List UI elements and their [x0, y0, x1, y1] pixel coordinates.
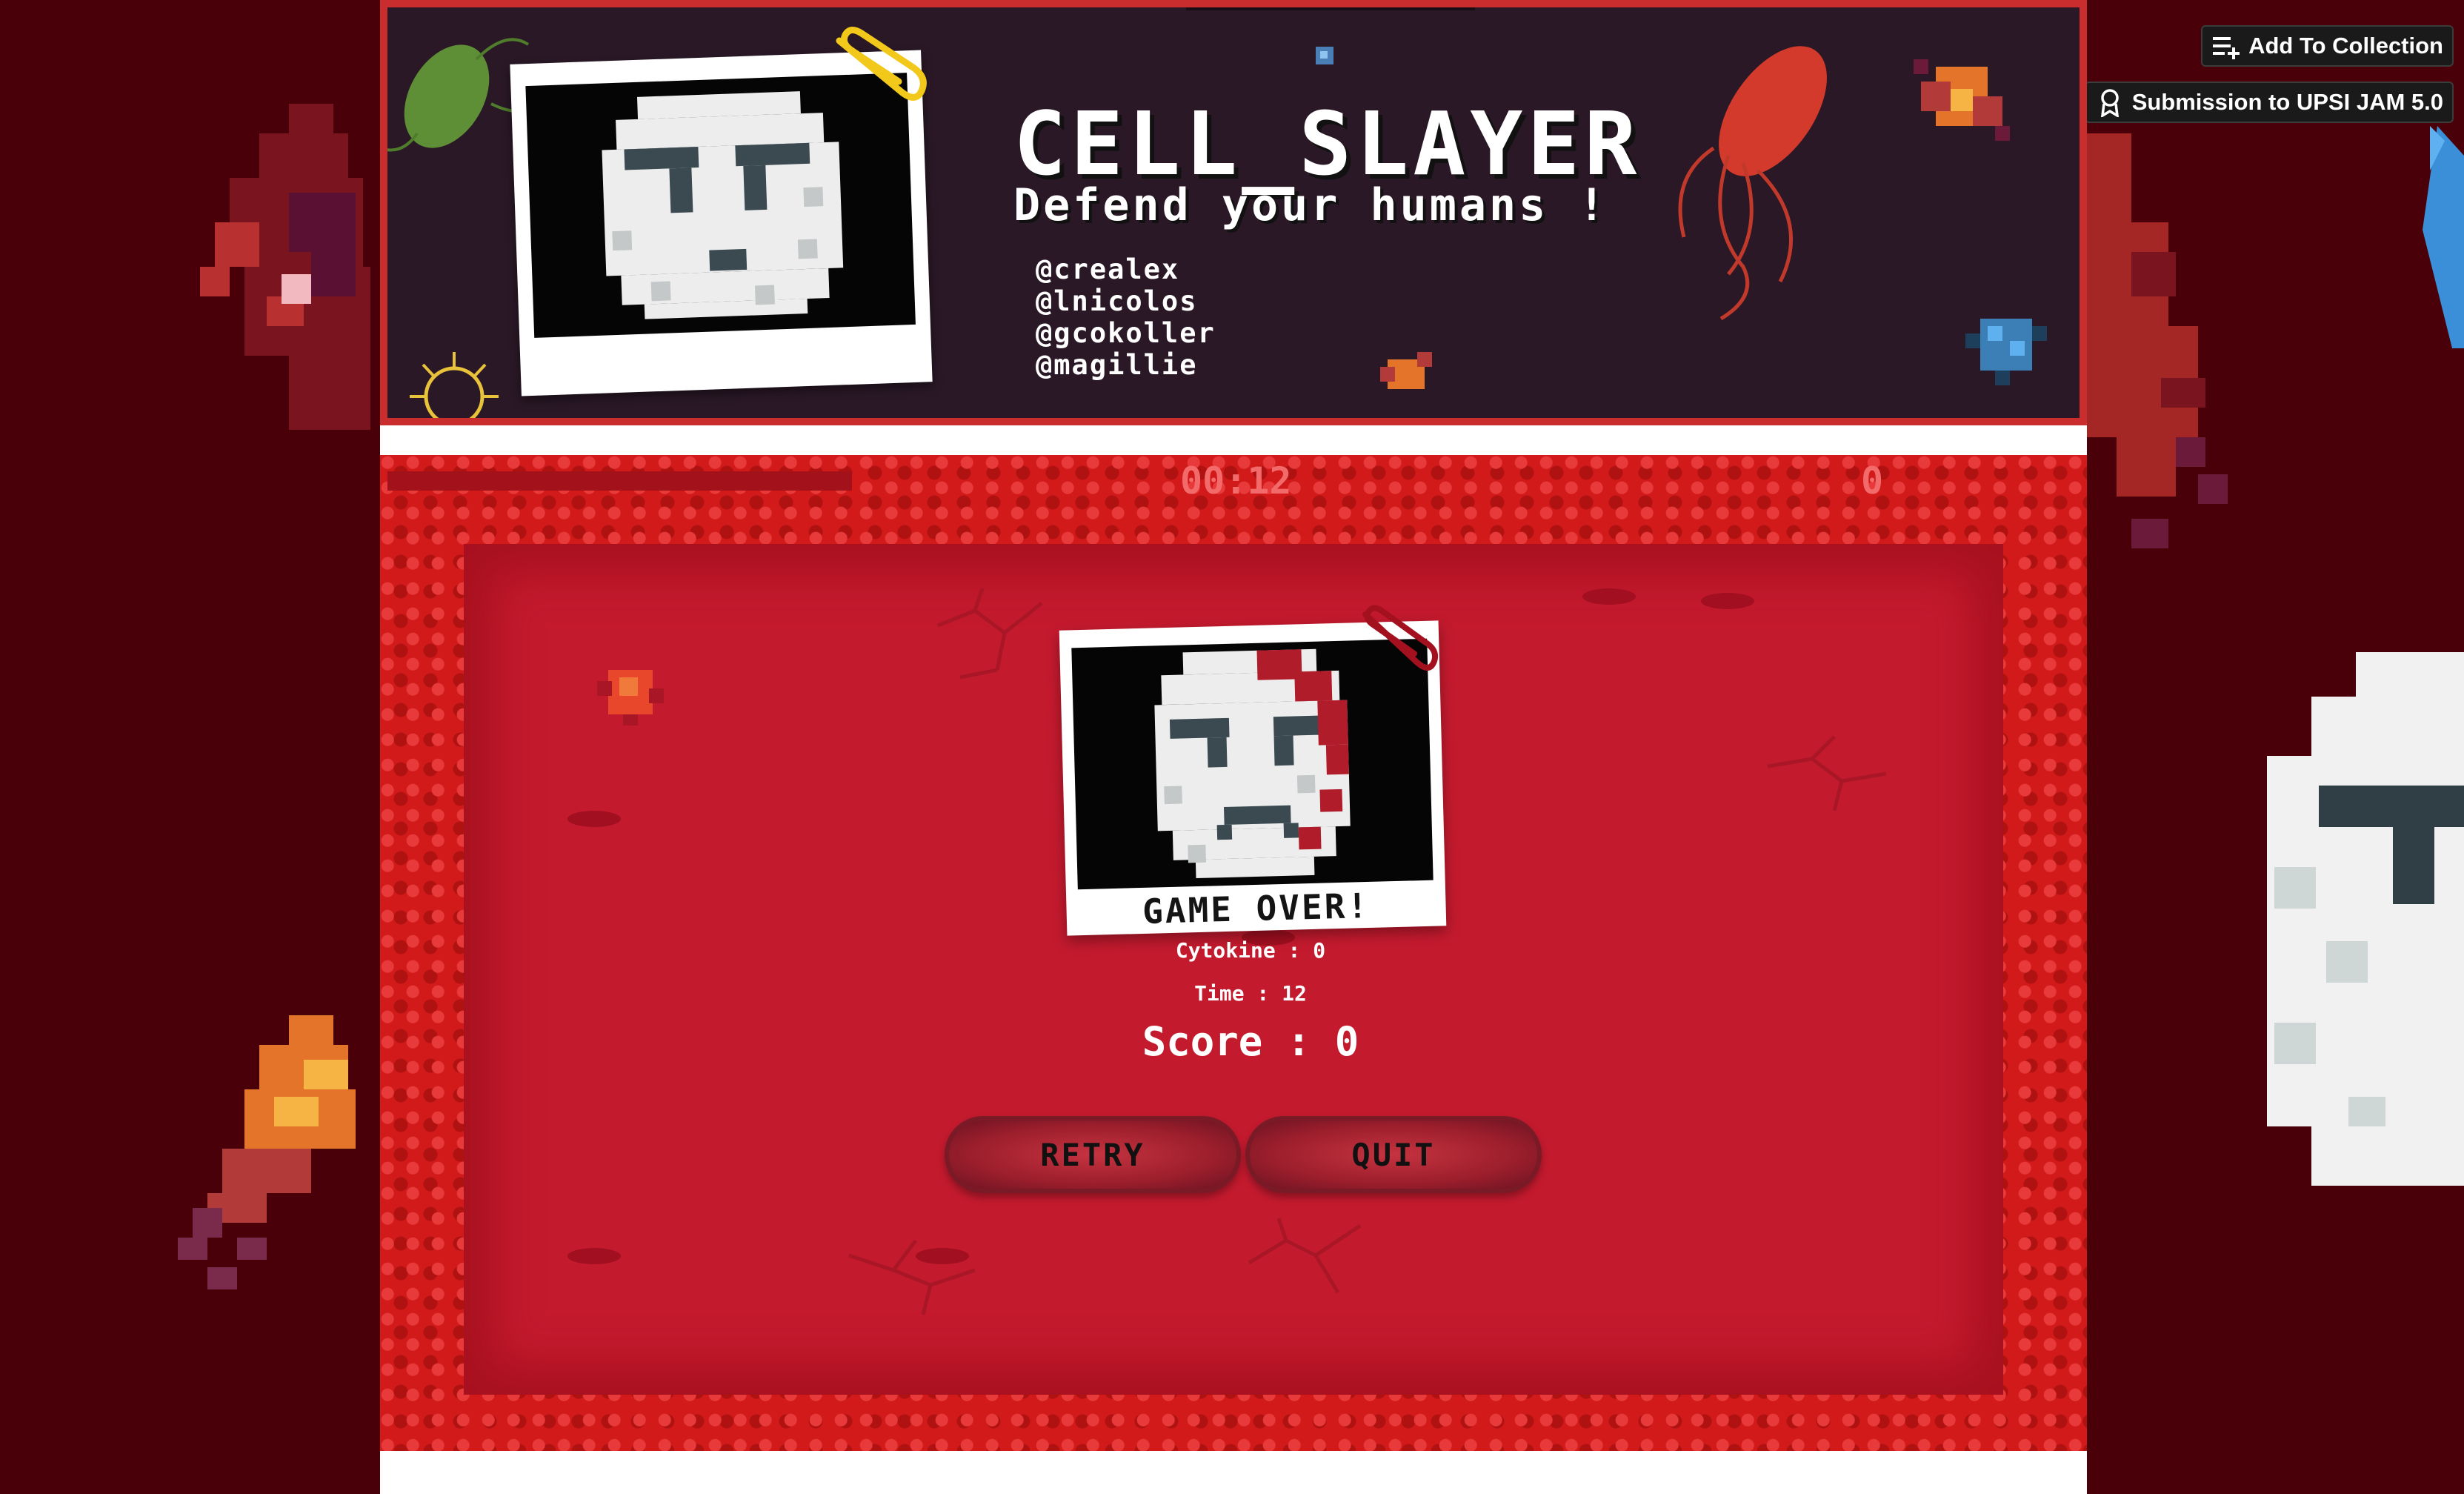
credits-list: @crealex @lnicolos @gcokoller @magillie — [1036, 253, 1216, 381]
paperclip-icon — [1362, 605, 1439, 671]
background-virus-sprite-right — [2087, 133, 2250, 578]
background-virus-sprite-left — [200, 104, 385, 459]
crack-decoration — [1248, 1218, 1362, 1294]
crack-decoration — [1767, 735, 1887, 811]
page-footer-strip — [380, 1451, 2087, 1494]
retry-button[interactable]: RETRY — [945, 1116, 1241, 1193]
hud-cytokine-count: 0 — [1861, 459, 1884, 502]
credit-handle: @lnicolos — [1036, 285, 1198, 317]
game-over-title: GAME OVER! — [1142, 885, 1371, 932]
yellow-virus-decoration — [410, 352, 499, 418]
small-blue-bug-decoration — [1316, 47, 1333, 64]
submission-label: Submission to UPSI JAM 5.0 — [2131, 89, 2443, 115]
small-orange-bug-decoration — [1380, 352, 1432, 389]
background-white-cell-sprite — [2267, 652, 2464, 1186]
award-ribbon-icon — [2095, 87, 2125, 119]
score-stat: Score : 0 — [1142, 1018, 1359, 1065]
pathogen-enemy — [597, 670, 664, 726]
time-stat: Time : 12 — [1194, 981, 1307, 1006]
credit-handle: @gcokoller — [1036, 317, 1216, 349]
pit-decoration — [567, 811, 621, 827]
pit-decoration — [567, 1248, 621, 1264]
background-bacteria-sprite-left-bottom — [178, 986, 378, 1297]
cytokine-stat: Cytokine : 0 — [1175, 938, 1326, 963]
game-subtitle: Defend your humans ! — [1013, 179, 1608, 231]
crack-decoration — [937, 588, 1043, 680]
paperclip-icon — [836, 27, 927, 101]
crack-decoration — [848, 1239, 976, 1315]
background-blue-cell-sprite — [2408, 126, 2464, 348]
pit-decoration — [916, 1248, 969, 1264]
credit-handle: @crealex — [1036, 253, 1180, 285]
pixel-face-image — [525, 73, 916, 338]
add-to-collection-label: Add To Collection — [2248, 33, 2443, 59]
banner-top-tab — [1186, 7, 1475, 10]
pit-decoration — [1582, 588, 1636, 605]
add-to-list-icon — [2211, 31, 2241, 61]
hud-timer: 00:12 — [1180, 459, 1292, 502]
add-to-collection-button[interactable]: Add To Collection — [2201, 25, 2454, 67]
game-page-column: CELL_SLAYER Defend your humans ! @creale… — [380, 0, 2087, 1494]
submission-jam-link[interactable]: Submission to UPSI JAM 5.0 — [2084, 82, 2454, 123]
pixel-bug-decoration-top-right — [1914, 59, 2010, 141]
game-banner: CELL_SLAYER Defend your humans ! @creale… — [380, 0, 2087, 425]
game-canvas[interactable]: 00:12 0 GAME OVER! Cytokine : 0 Time : 1… — [380, 455, 2087, 1451]
blue-bug-decoration — [1965, 319, 2047, 385]
pit-decoration — [1701, 593, 1754, 609]
quit-button[interactable]: QUIT — [1245, 1116, 1542, 1193]
health-bar — [387, 471, 852, 491]
credit-handle: @magillie — [1036, 349, 1198, 381]
